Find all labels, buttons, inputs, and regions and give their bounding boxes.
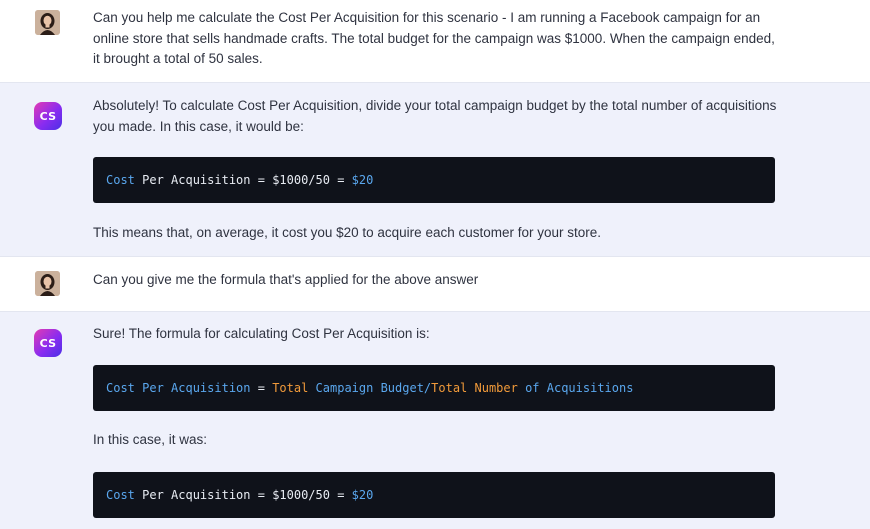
code-token: Number — [467, 381, 526, 395]
assistant-message-1: CS Absolutely! To calculate Cost Per Acq… — [0, 83, 870, 256]
assistant-middle-text: In this case, it was: — [93, 432, 208, 447]
user-message-2: Can you give me the formula that's appli… — [0, 257, 870, 311]
code-token: Cost — [106, 381, 135, 395]
assistant-avatar: CS — [34, 102, 62, 130]
user-message-text: Can you give me the formula that's appli… — [93, 272, 479, 287]
assistant-intro-text: Sure! The formula for calculating Cost P… — [93, 326, 430, 341]
code-token: Acquisition — [171, 381, 251, 395]
code-token: of — [525, 381, 540, 395]
user-portrait-icon — [35, 10, 60, 35]
user-portrait-icon — [35, 271, 60, 296]
code-token: = — [329, 173, 352, 187]
code-token: $20 — [351, 173, 374, 187]
code-token: Campaign Budget/ — [308, 381, 432, 395]
user-message-text: Can you help me calculate the Cost Per A… — [93, 10, 775, 66]
code-token: Acquisitions — [539, 381, 634, 395]
user-message-1: Can you help me calculate the Cost Per A… — [0, 0, 870, 82]
code-token: = — [329, 488, 352, 502]
user-avatar — [35, 10, 60, 35]
code-token: Per Acquisition = — [134, 488, 273, 502]
code-block: Cost Per Acquisition = $1000/50 = $20 — [93, 157, 775, 203]
code-token: Total — [431, 381, 468, 395]
user-avatar — [35, 271, 60, 296]
code-token: = — [250, 381, 273, 395]
code-token: $1000/50 — [272, 488, 330, 502]
code-token: Per Acquisition = — [134, 173, 273, 187]
code-token: Per — [134, 381, 172, 395]
assistant-message-2: CS Sure! The formula for calculating Cos… — [0, 312, 870, 529]
code-token: $1000/50 — [272, 173, 330, 187]
code-token: $20 — [351, 488, 374, 502]
code-token: Cost — [106, 173, 135, 187]
formula-code-block: Cost Per Acquisition = Total Campaign Bu… — [93, 365, 775, 411]
assistant-avatar: CS — [34, 329, 62, 357]
assistant-intro-text: Absolutely! To calculate Cost Per Acquis… — [93, 98, 777, 134]
code-block: Cost Per Acquisition = $1000/50 = $20 — [93, 472, 775, 518]
code-token: Total — [272, 381, 309, 395]
code-token: Cost — [106, 488, 135, 502]
assistant-outro-text: This means that, on average, it cost you… — [93, 225, 602, 240]
